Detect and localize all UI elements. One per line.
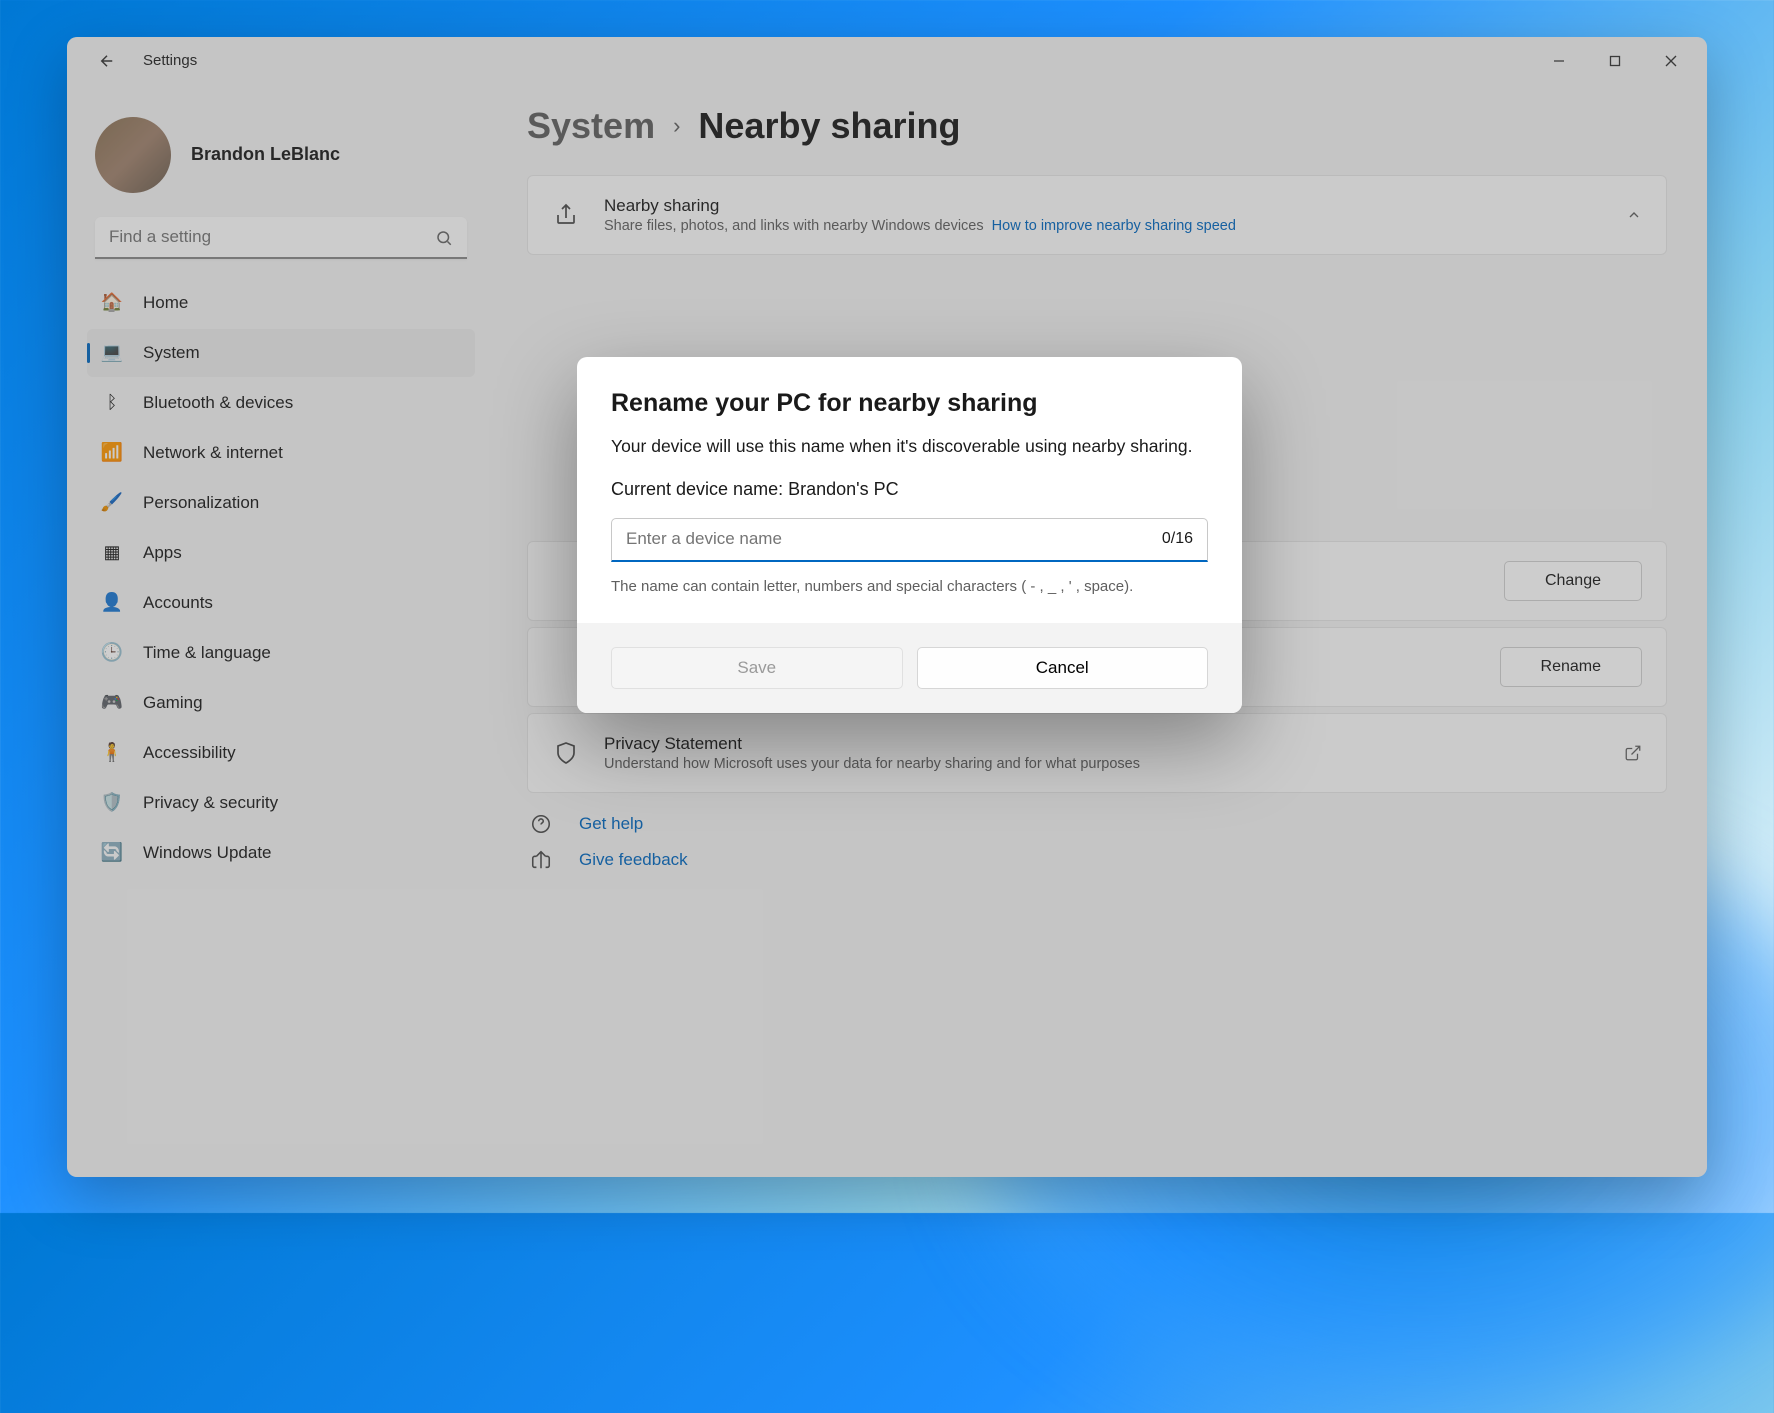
save-button[interactable]: Save <box>611 647 903 689</box>
dialog-title: Rename your PC for nearby sharing <box>611 389 1208 418</box>
rename-dialog: Rename your PC for nearby sharing Your d… <box>577 357 1242 713</box>
dialog-current-name: Current device name: Brandon's PC <box>611 479 1208 500</box>
modal-overlay: Rename your PC for nearby sharing Your d… <box>67 37 1707 1177</box>
dialog-footer: Save Cancel <box>577 623 1242 713</box>
char-counter: 0/16 <box>1162 530 1193 548</box>
settings-window: Settings Brandon LeBlanc <box>67 37 1707 1177</box>
device-name-input[interactable] <box>626 529 1162 549</box>
cancel-button[interactable]: Cancel <box>917 647 1209 689</box>
dialog-input-wrap: 0/16 <box>611 518 1208 562</box>
dialog-hint: The name can contain letter, numbers and… <box>611 576 1208 597</box>
dialog-description: Your device will use this name when it's… <box>611 434 1208 459</box>
